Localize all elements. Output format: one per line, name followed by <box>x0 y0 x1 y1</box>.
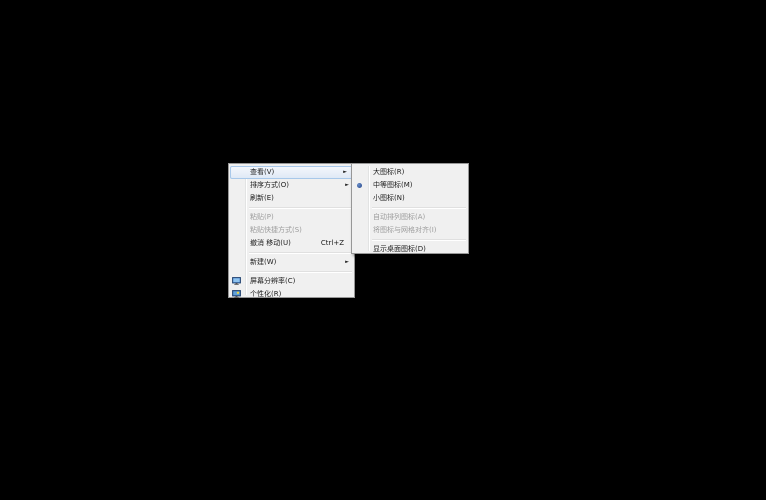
submenu-item-align-to-grid: 将图标与网格对齐(I) <box>352 224 468 237</box>
desktop-context-menu: 查看(V) ► 排序方式(O) ► 刷新(E) 粘贴(P) 粘贴快捷方式(S) … <box>228 163 355 298</box>
undo-shortcut-text: Ctrl+Z <box>320 239 344 247</box>
submenu-item-auto-arrange: 自动排列图标(A) <box>352 211 468 224</box>
personalize-icon <box>232 290 241 298</box>
submenu-item-medium-icons[interactable]: 中等图标(M) <box>352 179 468 192</box>
submenu-arrow-icon: ► <box>345 259 349 265</box>
menu-item-sort-by[interactable]: 排序方式(O) ► <box>229 179 354 192</box>
menu-separator <box>249 271 352 273</box>
menu-item-refresh[interactable]: 刷新(E) <box>229 192 354 205</box>
display-icon <box>232 277 241 285</box>
menu-item-screen-resolution-label: 屏幕分辨率(C) <box>250 277 296 285</box>
menu-item-personalize[interactable]: 个性化(R) <box>229 288 354 301</box>
submenu-item-small-icons-label: 小图标(N) <box>373 194 405 202</box>
menu-item-refresh-label: 刷新(E) <box>250 194 274 202</box>
menu-separator <box>249 252 352 254</box>
menu-item-screen-resolution[interactable]: 屏幕分辨率(C) <box>229 275 354 288</box>
menu-item-paste-shortcut-label: 粘贴快捷方式(S) <box>250 226 302 234</box>
menu-item-personalize-label: 个性化(R) <box>250 290 282 298</box>
menu-item-paste-shortcut: 粘贴快捷方式(S) <box>229 224 354 237</box>
submenu-item-show-desktop-icons[interactable]: 显示桌面图标(D) <box>352 243 468 256</box>
menu-separator <box>249 207 352 209</box>
submenu-item-align-to-grid-label: 将图标与网格对齐(I) <box>373 226 437 234</box>
menu-item-paste-label: 粘贴(P) <box>250 213 274 221</box>
submenu-item-auto-arrange-label: 自动排列图标(A) <box>373 213 426 221</box>
submenu-arrow-icon: ► <box>345 182 349 188</box>
menu-item-paste: 粘贴(P) <box>229 211 354 224</box>
submenu-item-medium-icons-label: 中等图标(M) <box>373 181 413 189</box>
menu-item-undo-move[interactable]: 撤消 移动(U) Ctrl+Z <box>229 237 354 250</box>
menu-item-undo-move-label: 撤消 移动(U) <box>250 239 291 247</box>
submenu-item-show-desktop-icons-label: 显示桌面图标(D) <box>373 245 426 253</box>
radio-bullet-icon <box>357 183 362 188</box>
menu-separator <box>372 239 466 241</box>
view-submenu: 大图标(R) 中等图标(M) 小图标(N) 自动排列图标(A) 将图标与网格对齐… <box>351 163 469 254</box>
menu-item-new-label: 新建(W) <box>250 258 277 266</box>
submenu-arrow-icon: ► <box>343 169 347 175</box>
menu-item-sort-by-label: 排序方式(O) <box>250 181 289 189</box>
submenu-item-large-icons-label: 大图标(R) <box>373 168 405 176</box>
menu-separator <box>372 207 466 209</box>
submenu-item-small-icons[interactable]: 小图标(N) <box>352 192 468 205</box>
menu-item-new[interactable]: 新建(W) ► <box>229 256 354 269</box>
menu-item-view-label: 查看(V) <box>250 168 275 176</box>
submenu-item-large-icons[interactable]: 大图标(R) <box>352 166 468 179</box>
menu-item-view[interactable]: 查看(V) ► <box>230 166 353 179</box>
